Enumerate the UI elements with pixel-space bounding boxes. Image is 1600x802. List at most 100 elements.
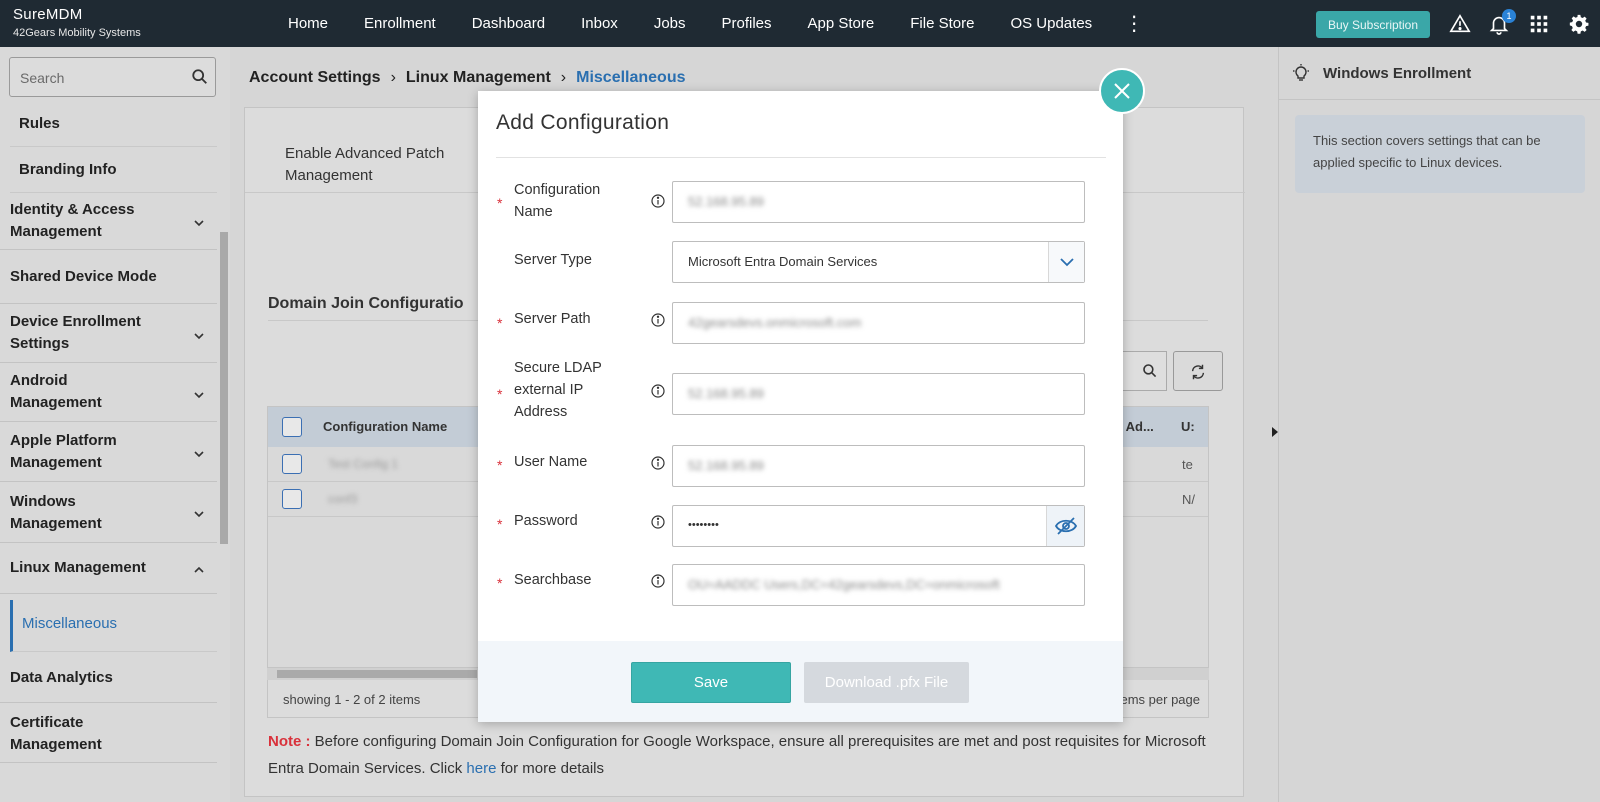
server-path-value: 42gearsdevs.onmicrosoft.com [688, 315, 862, 330]
sidebar-search-input[interactable]: Search [9, 57, 216, 97]
chevron-down-icon [1060, 258, 1074, 267]
required-marker: * [497, 386, 503, 402]
download-pfx-button[interactable]: Download .pfx File [804, 662, 969, 703]
nav-home[interactable]: Home [288, 15, 328, 32]
search-placeholder: Search [20, 70, 65, 86]
buy-subscription-button[interactable]: Buy Subscription [1316, 11, 1430, 38]
sidebar-item-windows[interactable]: Windows Management [0, 482, 217, 543]
note-body: Before configuring Domain Join Configura… [268, 733, 1206, 777]
nav-file-store[interactable]: File Store [910, 15, 974, 32]
sidebar-item-miscellaneous[interactable]: Miscellaneous [10, 600, 217, 652]
nav-dashboard[interactable]: Dashboard [472, 15, 545, 32]
modal-footer: Save Download .pfx File [478, 641, 1123, 722]
info-icon[interactable] [651, 515, 665, 529]
sidebar-item-label: Miscellaneous [22, 615, 118, 632]
chevron-down-icon [194, 451, 204, 458]
close-modal-button[interactable] [1099, 68, 1145, 114]
brand-company: 42Gears Mobility Systems [13, 27, 141, 39]
row-user: N/ [1182, 492, 1195, 507]
sidebar-item-identity-access[interactable]: Identity & Access Management [0, 193, 217, 250]
main-nav: Home Enrollment Dashboard Inbox Jobs Pro… [270, 0, 1144, 47]
server-path-field[interactable]: 42gearsdevs.onmicrosoft.com [672, 302, 1085, 344]
help-panel-title: Windows Enrollment [1323, 65, 1472, 82]
ldap-ip-label: Secure LDAP external IP Address [514, 360, 602, 420]
toggle-password-visibility[interactable] [1046, 506, 1084, 546]
showing-count: showing 1 - 2 of 2 items [283, 692, 421, 707]
required-marker: * [497, 457, 503, 473]
sidebar-item-shared-device-mode[interactable]: Shared Device Mode [0, 250, 217, 304]
refresh-button[interactable] [1173, 351, 1223, 391]
select-all-checkbox[interactable] [282, 417, 302, 437]
note-tail: for more details [496, 760, 604, 777]
items-per-page-label: items per page [1114, 692, 1200, 707]
user-name-field[interactable]: 52.168.95.89 [672, 445, 1085, 487]
sidebar-item-rules[interactable]: Rules [10, 101, 217, 147]
sidebar: Search Rules Branding Info Identity & Ac… [0, 47, 230, 802]
searchbase-label: Searchbase [514, 572, 592, 588]
required-marker: * [497, 195, 503, 211]
top-navbar: SureMDM 42Gears Mobility Systems Home En… [0, 0, 1600, 47]
config-name-value: 52.168.95.89 [688, 194, 764, 209]
nav-jobs[interactable]: Jobs [654, 15, 686, 32]
sidebar-item-label: Device Enrollment Settings [10, 313, 141, 352]
sidebar-item-label: Branding Info [19, 161, 117, 178]
breadcrumb-account-settings[interactable]: Account Settings [249, 69, 381, 86]
search-icon[interactable] [191, 68, 209, 86]
row-user: te [1182, 457, 1193, 472]
user-name-value: 52.168.95.89 [688, 458, 764, 473]
user-name-label: User Name [514, 454, 588, 470]
row-config-name: Test Config 1 [328, 457, 399, 471]
sidebar-item-label: Shared Device Mode [10, 268, 157, 285]
nav-os-updates[interactable]: OS Updates [1010, 15, 1092, 32]
divider [496, 157, 1106, 158]
breadcrumb: Account Settings › Linux Management › Miscel… [249, 69, 686, 87]
col-user[interactable]: U: [1181, 419, 1195, 434]
info-icon[interactable] [651, 574, 665, 588]
more-menu-icon[interactable]: ⋮ [1124, 11, 1144, 36]
info-icon[interactable] [651, 194, 665, 208]
info-icon[interactable] [651, 313, 665, 327]
ldap-ip-field[interactable]: 52.168.95.89 [672, 373, 1085, 415]
nav-enrollment[interactable]: Enrollment [364, 15, 436, 32]
nav-inbox[interactable]: Inbox [581, 15, 618, 32]
sidebar-item-data-analytics[interactable]: Data Analytics [0, 652, 217, 703]
breadcrumb-linux-management[interactable]: Linux Management [406, 69, 551, 86]
searchbase-field[interactable]: OU=AADDC Users,DC=42gearsdevs,DC=onmicro… [672, 564, 1085, 606]
row-checkbox[interactable] [282, 489, 302, 509]
apps-grid-icon[interactable] [1528, 13, 1550, 35]
settings-gear-icon[interactable] [1568, 13, 1590, 35]
sidebar-item-linux[interactable]: Linux Management [0, 543, 217, 594]
save-button[interactable]: Save [631, 662, 791, 703]
password-field[interactable]: •••••••• [672, 505, 1085, 547]
sidebar-item-apple[interactable]: Apple Platform Management [0, 422, 217, 482]
sidebar-item-device-enrollment[interactable]: Device Enrollment Settings [0, 304, 217, 363]
note-here-link[interactable]: here [466, 760, 496, 777]
brand[interactable]: SureMDM 42Gears Mobility Systems [13, 6, 141, 39]
dropdown-toggle[interactable] [1048, 242, 1084, 282]
warning-icon[interactable] [1449, 13, 1471, 35]
scrollbar-thumb[interactable] [277, 670, 477, 678]
sidebar-item-branding-info[interactable]: Branding Info [10, 147, 217, 193]
advanced-patch-label: Enable Advanced Patch Management [285, 145, 445, 184]
sidebar-item-label: Data Analytics [10, 669, 113, 686]
sidebar-scrollbar[interactable] [219, 107, 229, 547]
scrollbar-thumb[interactable] [220, 232, 228, 544]
col-config-name[interactable]: Configuration Name [323, 419, 447, 434]
server-type-value: Microsoft Entra Domain Services [688, 254, 878, 269]
server-type-select[interactable]: Microsoft Entra Domain Services [672, 241, 1085, 283]
divider [1279, 99, 1600, 100]
ldap-ip-value: 52.168.95.89 [688, 386, 764, 401]
note-label: Note : [268, 733, 311, 750]
sidebar-item-android[interactable]: Android Management [0, 363, 217, 422]
help-panel: Windows Enrollment This section covers s… [1278, 47, 1600, 802]
search-icon [1143, 364, 1157, 378]
nav-profiles[interactable]: Profiles [722, 15, 772, 32]
info-icon[interactable] [651, 456, 665, 470]
nav-app-store[interactable]: App Store [808, 15, 875, 32]
sidebar-item-certificate[interactable]: Certificate Management [0, 703, 217, 763]
config-name-label: Configuration Name [514, 182, 601, 220]
info-icon[interactable] [651, 384, 665, 398]
row-checkbox[interactable] [282, 454, 302, 474]
server-path-label: Server Path [514, 311, 591, 327]
config-name-field[interactable]: 52.168.95.89 [672, 181, 1085, 223]
